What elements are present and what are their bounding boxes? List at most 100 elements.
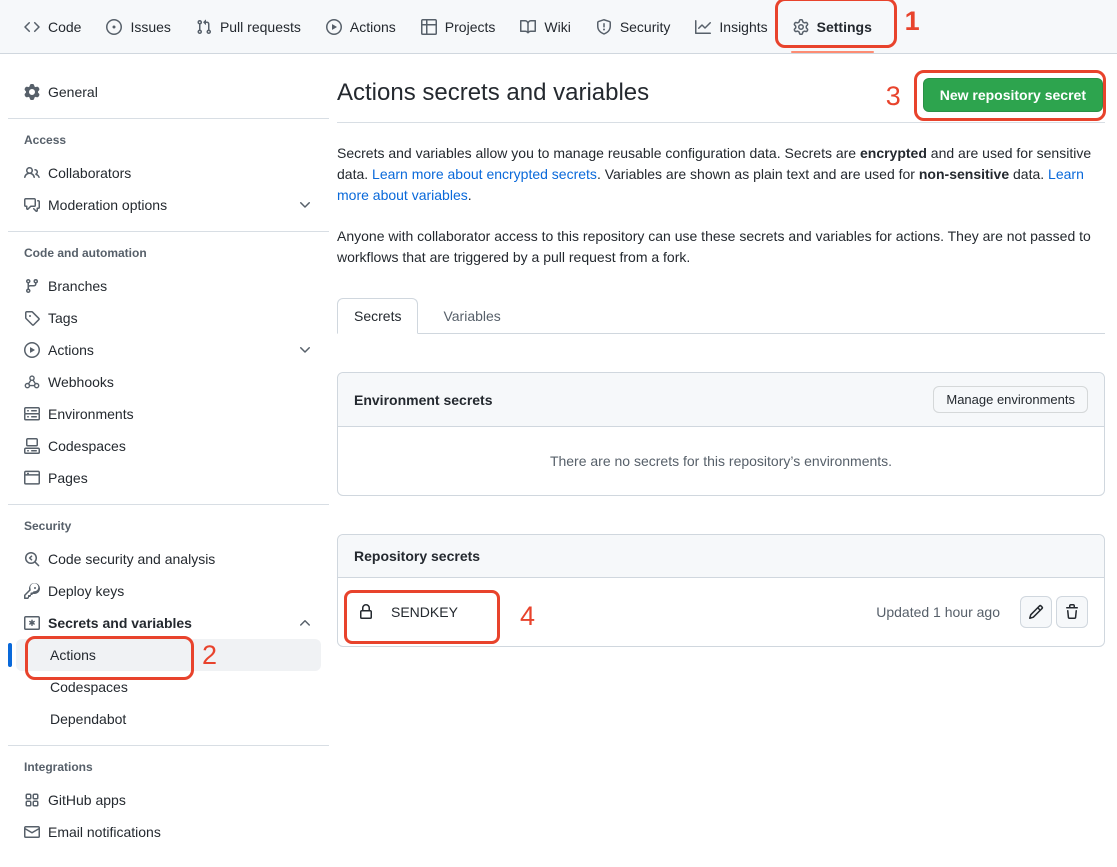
environment-secrets-title: Environment secrets: [354, 392, 493, 408]
tab-label: Code: [48, 19, 81, 35]
intro-text: .: [468, 187, 472, 203]
intro-text: Secrets and variables allow you to manag…: [337, 145, 860, 161]
lock-icon: [358, 604, 374, 620]
tab-actions[interactable]: Actions: [318, 11, 404, 43]
sidebar-item-collaborators[interactable]: Collaborators: [16, 157, 321, 189]
sidebar-section-access: Access: [16, 131, 321, 149]
sidebar-item-tags[interactable]: Tags: [16, 302, 321, 334]
sidebar-item-label: Deploy keys: [48, 583, 124, 599]
annotation-number-4: 4: [520, 603, 535, 630]
secret-name-group: SENDKEY 4: [354, 604, 458, 620]
sidebar-subitem-dependabot[interactable]: Dependabot: [16, 703, 321, 735]
manage-environments-button[interactable]: Manage environments: [933, 386, 1088, 413]
secret-name: SENDKEY: [391, 604, 458, 620]
webhook-icon: [24, 374, 40, 390]
new-repository-secret-button[interactable]: New repository secret: [923, 78, 1103, 112]
tab-label: Insights: [719, 19, 767, 35]
repo-tab-bar: Code Issues Pull requests Actions Projec…: [0, 0, 1117, 54]
chevron-up-icon: [297, 615, 313, 631]
sidebar-item-actions[interactable]: Actions: [16, 334, 321, 366]
sidebar-item-environments[interactable]: Environments: [16, 398, 321, 430]
tab-label: Actions: [350, 19, 396, 35]
edit-secret-button[interactable]: [1020, 596, 1052, 628]
tab-issues[interactable]: Issues: [98, 11, 178, 43]
git-branch-icon: [24, 278, 40, 294]
tab-code[interactable]: Code: [16, 11, 89, 43]
people-icon: [24, 165, 40, 181]
sidebar-divider: [8, 118, 329, 119]
tab-settings[interactable]: Settings 1: [785, 11, 880, 43]
sidebar-item-codespaces[interactable]: Codespaces: [16, 430, 321, 462]
tab-projects[interactable]: Projects: [413, 11, 504, 43]
sidebar-item-label: Branches: [48, 278, 107, 294]
sidebar-divider: [8, 504, 329, 505]
code-icon: [24, 19, 40, 35]
book-icon: [520, 19, 536, 35]
sidebar-item-moderation-options[interactable]: Moderation options: [16, 189, 321, 221]
link-encrypted-secrets[interactable]: Learn more about encrypted secrets: [372, 166, 597, 182]
sidebar-item-github-apps[interactable]: GitHub apps: [16, 784, 321, 816]
annotation-number-1: 1: [905, 8, 920, 35]
gear-icon: [793, 19, 809, 35]
tab-insights[interactable]: Insights: [687, 11, 775, 43]
secret-row-actions: Updated 1 hour ago: [876, 596, 1088, 628]
secrets-variables-tabnav: Secrets Variables: [337, 298, 1105, 334]
sidebar-item-email-notifications[interactable]: Email notifications: [16, 816, 321, 848]
tab-secrets[interactable]: Secrets: [337, 298, 418, 334]
codescan-icon: [24, 551, 40, 567]
sidebar-item-label: GitHub apps: [48, 792, 126, 808]
sidebar-item-secrets-and-variables[interactable]: Secrets and variables: [16, 607, 321, 639]
tab-variables[interactable]: Variables: [427, 299, 516, 333]
sidebar-item-deploy-keys[interactable]: Deploy keys: [16, 575, 321, 607]
intro-bold-encrypted: encrypted: [860, 145, 927, 161]
tab-label: Wiki: [544, 19, 570, 35]
annotation-number-2: 2: [202, 642, 217, 669]
comment-discussion-icon: [24, 197, 40, 213]
chevron-down-icon: [297, 197, 313, 213]
sidebar-subitem-actions[interactable]: Actions 2: [16, 639, 321, 671]
sidebar-item-branches[interactable]: Branches: [16, 270, 321, 302]
settings-sidebar: General Access Collaborators Moderation …: [0, 54, 337, 848]
page-header: Actions secrets and variables New reposi…: [337, 78, 1105, 123]
sidebar-item-webhooks[interactable]: Webhooks: [16, 366, 321, 398]
intro-text: . Variables are shown as plain text and …: [597, 166, 919, 182]
annotation-number-3: 3: [886, 83, 901, 110]
sidebar-item-label: Webhooks: [48, 374, 114, 390]
secret-updated-timestamp: Updated 1 hour ago: [876, 604, 1000, 620]
tab-security[interactable]: Security: [588, 11, 679, 43]
table-icon: [421, 19, 437, 35]
sidebar-section-integrations: Integrations: [16, 758, 321, 776]
issue-opened-icon: [106, 19, 122, 35]
environment-secrets-panel: Environment secrets Manage environments …: [337, 372, 1105, 496]
sidebar-item-general[interactable]: General: [16, 76, 321, 108]
git-pull-request-icon: [196, 19, 212, 35]
graph-icon: [695, 19, 711, 35]
active-tab-underline: [791, 51, 874, 53]
delete-secret-button[interactable]: [1056, 596, 1088, 628]
sidebar-section-security: Security: [16, 517, 321, 535]
page-title: Actions secrets and variables: [337, 78, 649, 108]
sidebar-item-pages[interactable]: Pages: [16, 462, 321, 494]
sidebar-item-code-security[interactable]: Code security and analysis: [16, 543, 321, 575]
key-icon: [24, 583, 40, 599]
chevron-down-icon: [297, 342, 313, 358]
sidebar-item-label: Actions: [48, 342, 94, 358]
tab-pull-requests[interactable]: Pull requests: [188, 11, 309, 43]
sidebar-item-label: General: [48, 84, 98, 100]
repository-secrets-panel: Repository secrets SENDKEY 4 Updated 1 h…: [337, 534, 1105, 647]
tab-label: Pull requests: [220, 19, 301, 35]
sidebar-item-label: Environments: [48, 406, 134, 422]
sidebar-item-label: Codespaces: [48, 438, 126, 454]
environment-secrets-empty-message: There are no secrets for this repository…: [338, 427, 1104, 495]
play-icon: [326, 19, 342, 35]
codespaces-icon: [24, 438, 40, 454]
gear-icon: [24, 84, 40, 100]
pencil-icon: [1028, 604, 1044, 620]
sidebar-divider: [8, 231, 329, 232]
sidebar-section-code-and-automation: Code and automation: [16, 244, 321, 262]
sidebar-item-label: Tags: [48, 310, 78, 326]
key-asterisk-icon: [24, 615, 40, 631]
tab-wiki[interactable]: Wiki: [512, 11, 578, 43]
sidebar-item-label: Dependabot: [50, 711, 126, 727]
sidebar-subitem-codespaces[interactable]: Codespaces: [16, 671, 321, 703]
